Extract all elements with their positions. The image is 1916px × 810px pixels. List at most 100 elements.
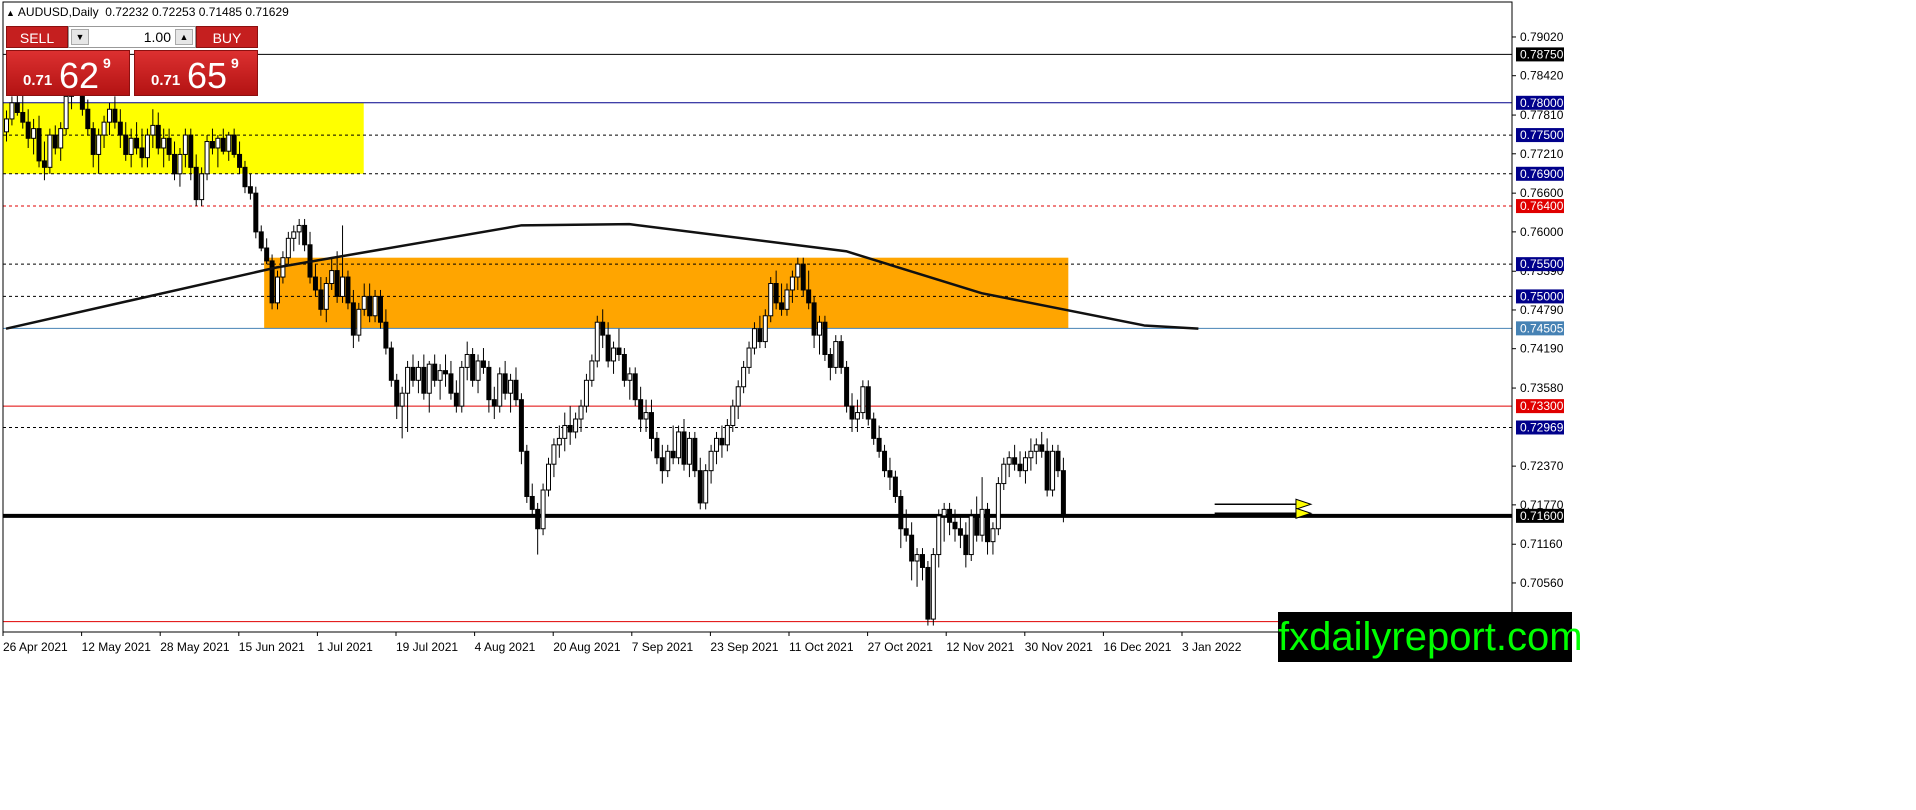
candle-body bbox=[405, 366, 411, 394]
candle-body bbox=[1055, 450, 1061, 472]
lot-size-stepper: ▼ ▲ bbox=[68, 26, 196, 48]
candle-body bbox=[215, 137, 221, 149]
sell-price-pips: 62 bbox=[59, 55, 100, 96]
candle-body bbox=[1012, 457, 1018, 465]
candle-body bbox=[860, 386, 866, 414]
candle-body bbox=[106, 108, 112, 123]
candle-body bbox=[751, 328, 757, 349]
lot-increase-icon[interactable]: ▲ bbox=[175, 29, 193, 45]
sell-price-prefix: 0.71 bbox=[23, 72, 53, 89]
candle-body bbox=[312, 276, 318, 291]
candle-body bbox=[887, 470, 893, 478]
candle-body bbox=[686, 437, 692, 465]
candle-body bbox=[128, 137, 134, 155]
candle-body bbox=[1017, 463, 1023, 472]
candle-body bbox=[556, 437, 562, 446]
buy-price-fraction: 9 bbox=[231, 55, 239, 71]
candle-body bbox=[491, 399, 497, 407]
candle-body bbox=[757, 328, 763, 343]
candle-body bbox=[31, 128, 37, 139]
price-tick-label: 0.73580 bbox=[1520, 381, 1564, 395]
candle-body bbox=[871, 418, 877, 439]
candle-body bbox=[968, 515, 974, 556]
zones-layer bbox=[3, 102, 1069, 329]
candle-body bbox=[1033, 444, 1039, 452]
collapse-triangle-icon[interactable]: ▲ bbox=[6, 8, 15, 18]
candle-body bbox=[334, 270, 340, 297]
candle-body bbox=[193, 166, 199, 201]
candle-body bbox=[708, 450, 714, 472]
candle-body bbox=[475, 360, 481, 381]
time-tick-label: 19 Jul 2021 bbox=[396, 640, 458, 654]
price-tick-label: 0.76600 bbox=[1520, 186, 1564, 200]
candle-body bbox=[632, 373, 638, 401]
price-tick-label: 0.77810 bbox=[1520, 108, 1564, 122]
candle-body bbox=[567, 424, 573, 433]
price-chart[interactable]: 0.79020 0.78420 0.77810 0.77210 0.76600 0.760… bbox=[0, 0, 1916, 810]
candle-body bbox=[719, 437, 725, 446]
candle-body bbox=[36, 128, 42, 162]
candle-body bbox=[155, 124, 161, 149]
candle-body bbox=[85, 108, 91, 130]
time-tick-label: 20 Aug 2021 bbox=[553, 640, 621, 654]
candle-body bbox=[665, 450, 671, 472]
candle-body bbox=[676, 431, 682, 459]
candle-body bbox=[985, 508, 991, 543]
candle-body bbox=[898, 495, 904, 530]
candle-body bbox=[410, 366, 416, 381]
candle-body bbox=[377, 295, 383, 323]
candle-body bbox=[14, 102, 20, 113]
one-click-trading-panel: SELL ▼ ▲ BUY 0.71 62 9 0.71 65 9 bbox=[6, 26, 258, 96]
candle-body bbox=[930, 554, 936, 620]
level-price-tag-label: 0.74505 bbox=[1520, 321, 1564, 335]
buy-button[interactable]: BUY bbox=[196, 26, 258, 48]
candle-body bbox=[139, 147, 145, 159]
candle-body bbox=[746, 347, 752, 368]
candle-body bbox=[459, 366, 465, 407]
candle-body bbox=[350, 302, 356, 336]
lot-size-input[interactable] bbox=[91, 28, 171, 46]
candle-body bbox=[919, 554, 925, 568]
candle-body bbox=[535, 508, 541, 530]
orange-zone bbox=[264, 257, 1069, 329]
time-tick-label: 27 Oct 2021 bbox=[868, 640, 934, 654]
candle-body bbox=[979, 508, 985, 536]
buy-price-prefix: 0.71 bbox=[151, 72, 181, 89]
candle-body bbox=[486, 366, 492, 401]
candle-body bbox=[258, 231, 264, 249]
candle-body bbox=[605, 334, 611, 362]
candle-body bbox=[974, 515, 980, 536]
candle-body bbox=[96, 134, 102, 155]
level-price-tag-label: 0.73300 bbox=[1520, 399, 1564, 413]
buy-price-box[interactable]: 0.71 65 9 bbox=[134, 50, 258, 96]
candle-body bbox=[253, 192, 259, 233]
candle-body bbox=[426, 363, 432, 394]
candle-body bbox=[340, 276, 346, 297]
candle-body bbox=[963, 534, 969, 556]
candle-body bbox=[611, 347, 617, 362]
candle-body bbox=[638, 399, 644, 420]
candle-body bbox=[833, 341, 839, 368]
candle-body bbox=[150, 124, 156, 136]
candle-body bbox=[220, 137, 226, 152]
candle-body bbox=[768, 283, 774, 317]
candle-body bbox=[41, 160, 47, 168]
candle-body bbox=[188, 134, 194, 168]
candle-body bbox=[1050, 450, 1056, 491]
candle-body bbox=[800, 263, 806, 291]
time-tick-label: 11 Oct 2021 bbox=[789, 640, 854, 654]
sell-price-box[interactable]: 0.71 62 9 bbox=[6, 50, 130, 96]
candle-body bbox=[779, 302, 785, 310]
candle-body bbox=[134, 137, 140, 149]
watermark-logo: fxdailyreport.com bbox=[1278, 612, 1583, 662]
candle-body bbox=[844, 366, 850, 407]
sell-button[interactable]: SELL bbox=[6, 26, 68, 48]
candle-body bbox=[1060, 470, 1066, 515]
candle-body bbox=[470, 353, 476, 381]
candle-body bbox=[58, 128, 64, 149]
candle-body bbox=[329, 270, 335, 285]
lot-decrease-icon[interactable]: ▼ bbox=[71, 29, 89, 45]
candle-body bbox=[453, 392, 459, 407]
price-tick-label: 0.74790 bbox=[1520, 303, 1564, 317]
candle-body bbox=[822, 321, 828, 355]
